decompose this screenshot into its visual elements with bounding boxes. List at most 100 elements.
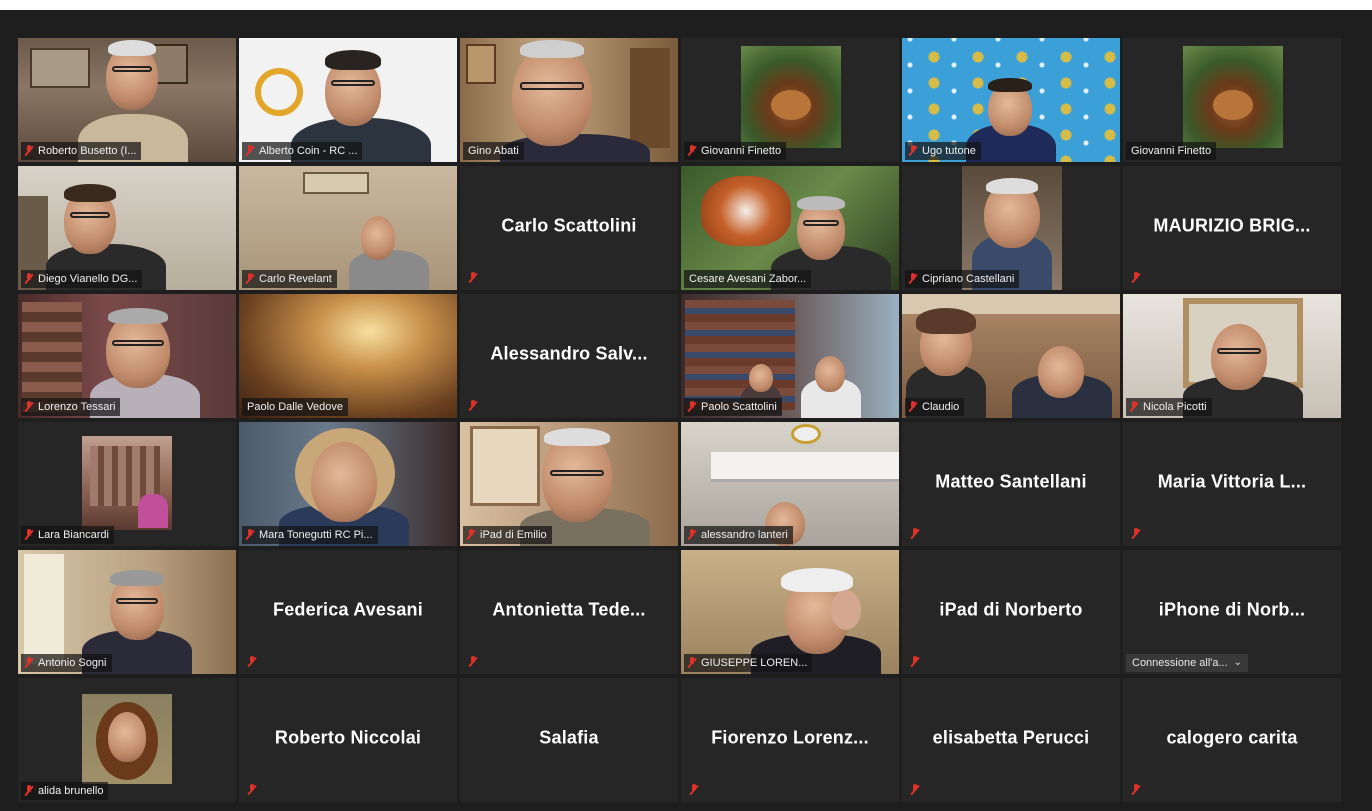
- microphone-muted-icon: [468, 656, 478, 668]
- participant-display-name: elisabetta Perucci: [932, 727, 1090, 748]
- participant-display-name: Antonietta Tede...: [492, 599, 646, 620]
- microphone-muted-icon: [24, 785, 34, 797]
- microphone-muted-icon: [687, 401, 697, 413]
- participant-tile[interactable]: Nicola Picotti: [1123, 294, 1341, 418]
- microphone-muted-icon: [1129, 401, 1139, 413]
- participant-tile[interactable]: Salafia: [460, 678, 678, 802]
- participant-display-name: iPad di Norberto: [939, 599, 1083, 620]
- participant-tile[interactable]: Roberto Niccolai: [239, 678, 457, 802]
- microphone-muted-icon: [24, 529, 34, 541]
- participant-name-label: Mara Tonegutti RC Pi...: [242, 526, 378, 544]
- participant-name-label: Giovanni Finetto: [1126, 142, 1217, 160]
- microphone-muted-icon: [1131, 784, 1141, 796]
- participant-tile[interactable]: Giovanni Finetto: [1123, 38, 1341, 162]
- connection-status-dropdown[interactable]: Connessione all'a... ⌄: [1126, 654, 1249, 672]
- participant-tile[interactable]: calogero carita: [1123, 678, 1341, 802]
- participant-tile[interactable]: iPad di Norberto: [902, 550, 1120, 674]
- participant-name-label: iPad di Emilio: [463, 526, 552, 544]
- participant-tile[interactable]: Paolo Scattolini: [681, 294, 899, 418]
- participant-tile[interactable]: Ugo tutone: [902, 38, 1120, 162]
- microphone-muted-icon: [245, 529, 255, 541]
- participant-name-label: Cesare Avesani Zabor...: [684, 270, 812, 288]
- participant-tile[interactable]: MAURIZIO BRIG...: [1123, 166, 1341, 290]
- participant-tile[interactable]: GIUSEPPE LOREN...: [681, 550, 899, 674]
- participant-display-name: Fiorenzo Lorenz...: [711, 727, 869, 748]
- participant-tile[interactable]: Alberto Coin - RC ...: [239, 38, 457, 162]
- microphone-muted-icon: [466, 529, 476, 541]
- active-speaker-tile[interactable]: Cesare Avesani Zabor...: [681, 166, 899, 290]
- participant-grid: Roberto Busetto (I... Alberto Coin - RC …: [18, 38, 1341, 802]
- participant-tile[interactable]: Cipriano Castellani: [902, 166, 1120, 290]
- participant-display-name: Matteo Santellani: [935, 471, 1087, 492]
- microphone-muted-icon: [24, 145, 34, 157]
- participant-tile[interactable]: Carlo Revelant: [239, 166, 457, 290]
- microphone-muted-icon: [687, 145, 697, 157]
- profile-picture: [82, 436, 172, 530]
- participant-tile[interactable]: Giovanni Finetto: [681, 38, 899, 162]
- participant-tile[interactable]: Gino Abati: [460, 38, 678, 162]
- participant-display-name: Federica Avesani: [273, 599, 423, 620]
- participant-name-label: alessandro lanteri: [684, 526, 793, 544]
- participant-tile[interactable]: iPad di Emilio: [460, 422, 678, 546]
- participant-tile[interactable]: alida brunello: [18, 678, 236, 802]
- participant-name-label: Lorenzo Tessari: [21, 398, 121, 416]
- participant-tile[interactable]: elisabetta Perucci: [902, 678, 1120, 802]
- microphone-muted-icon: [24, 401, 34, 413]
- participant-tile[interactable]: Paolo Dalle Vedove: [239, 294, 457, 418]
- chevron-down-icon: ⌄: [1233, 657, 1243, 668]
- microphone-muted-icon: [245, 273, 255, 285]
- participant-name-label: Roberto Busetto (I...: [21, 142, 142, 160]
- microphone-muted-icon: [908, 401, 918, 413]
- microphone-muted-icon: [689, 784, 699, 796]
- participant-name-label: Nicola Picotti: [1126, 398, 1212, 416]
- participant-tile[interactable]: Federica Avesani: [239, 550, 457, 674]
- participant-tile[interactable]: Antonietta Tede...: [460, 550, 678, 674]
- participant-display-name: Carlo Scattolini: [501, 215, 637, 236]
- participant-name-label: Claudio: [905, 398, 965, 416]
- participant-display-name: calogero carita: [1166, 727, 1298, 748]
- participant-name-label: Cipriano Castellani: [905, 270, 1020, 288]
- participant-tile[interactable]: Diego Vianello DG...: [18, 166, 236, 290]
- participant-name-label: Paolo Dalle Vedove: [242, 398, 349, 416]
- participant-name-label: Ugo tutone: [905, 142, 981, 160]
- participant-tile[interactable]: Mara Tonegutti RC Pi...: [239, 422, 457, 546]
- participant-display-name: MAURIZIO BRIG...: [1153, 215, 1311, 236]
- participant-display-name: iPhone di Norb...: [1158, 599, 1306, 620]
- participant-tile[interactable]: Claudio: [902, 294, 1120, 418]
- profile-picture: [82, 694, 172, 784]
- microphone-muted-icon: [687, 657, 697, 669]
- participant-tile[interactable]: Roberto Busetto (I...: [18, 38, 236, 162]
- microphone-muted-icon: [908, 273, 918, 285]
- participant-tile[interactable]: Carlo Scattolini: [460, 166, 678, 290]
- profile-picture: [741, 46, 841, 148]
- participant-name-label: alida brunello: [21, 782, 109, 800]
- participant-tile[interactable]: Matteo Santellani: [902, 422, 1120, 546]
- participant-tile[interactable]: Antonio Sogni: [18, 550, 236, 674]
- participant-name-label: Giovanni Finetto: [684, 142, 787, 160]
- participant-tile[interactable]: Lorenzo Tessari: [18, 294, 236, 418]
- participant-name-label: GIUSEPPE LOREN...: [684, 654, 813, 672]
- microphone-muted-icon: [247, 784, 257, 796]
- microphone-muted-icon: [1131, 272, 1141, 284]
- participant-name-label: Lara Biancardi: [21, 526, 114, 544]
- microphone-muted-icon: [910, 656, 920, 668]
- participant-tile[interactable]: Maria Vittoria L...: [1123, 422, 1341, 546]
- microphone-muted-icon: [245, 145, 255, 157]
- microphone-muted-icon: [1131, 528, 1141, 540]
- participant-tile[interactable]: iPhone di Norb... Connessione all'a... ⌄: [1123, 550, 1341, 674]
- participant-tile[interactable]: Fiorenzo Lorenz...: [681, 678, 899, 802]
- zoom-gallery-window: Roberto Busetto (I... Alberto Coin - RC …: [0, 10, 1372, 811]
- participant-name-label: Gino Abati: [463, 142, 524, 160]
- participant-display-name: Maria Vittoria L...: [1157, 471, 1307, 492]
- microphone-muted-icon: [687, 529, 697, 541]
- microphone-muted-icon: [910, 528, 920, 540]
- microphone-muted-icon: [24, 657, 34, 669]
- microphone-muted-icon: [908, 145, 918, 157]
- participant-name-label: Carlo Revelant: [242, 270, 337, 288]
- microphone-muted-icon: [247, 656, 257, 668]
- participant-name-label: Diego Vianello DG...: [21, 270, 143, 288]
- participant-tile[interactable]: Alessandro Salv...: [460, 294, 678, 418]
- participant-tile[interactable]: Lara Biancardi: [18, 422, 236, 546]
- microphone-muted-icon: [24, 273, 34, 285]
- participant-tile[interactable]: alessandro lanteri: [681, 422, 899, 546]
